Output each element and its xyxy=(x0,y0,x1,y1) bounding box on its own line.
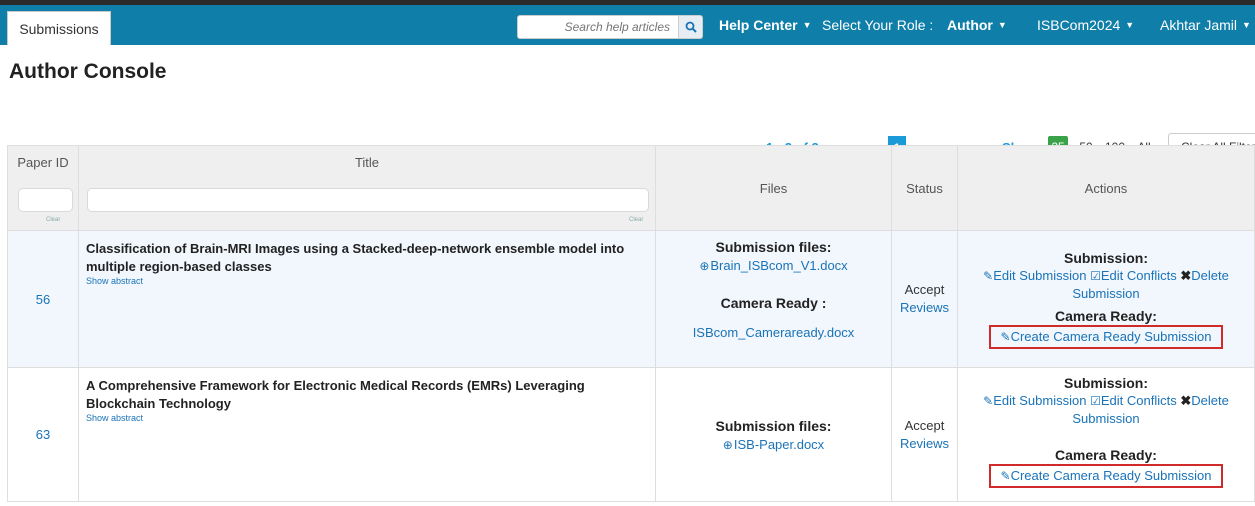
user-menu[interactable]: Akhtar Jamil ▼ xyxy=(1160,15,1251,35)
edit-submission-label: Edit Submission xyxy=(993,393,1087,408)
edit-submission-link[interactable]: ✎Edit Submission xyxy=(983,268,1086,283)
show-abstract-link[interactable]: Show abstract xyxy=(86,276,648,286)
page-title: Author Console xyxy=(9,60,167,83)
caret-down-icon: ▼ xyxy=(1125,20,1135,30)
paper-id-filter-input[interactable] xyxy=(18,188,73,212)
delete-label: Delete xyxy=(1191,268,1229,283)
camera-ready-actions-label: Camera Ready: xyxy=(1055,308,1157,324)
search-button[interactable] xyxy=(679,15,703,39)
table-row: 63 A Comprehensive Framework for Electro… xyxy=(7,367,1255,502)
header-files: Files xyxy=(655,145,892,231)
camera-ready-file-link[interactable]: ISBcom_Cameraready.docx xyxy=(693,325,855,340)
edit-icon: ✎ xyxy=(983,269,994,283)
header-paper-id-label: Paper ID xyxy=(17,155,69,170)
actions-cell: Submission: ✎Edit Submission ☑Edit Confl… xyxy=(957,367,1255,502)
submission-actions-label: Submission: xyxy=(1063,375,1148,391)
delete-x-icon: ✖ xyxy=(1180,393,1192,408)
header-paper-id[interactable]: Paper ID Clear xyxy=(7,145,79,231)
edit-conflicts-label: Edit Conflicts xyxy=(1100,393,1177,408)
delete-submission-link[interactable]: ✖Delete xyxy=(1180,268,1228,283)
create-camera-ready-highlight: ✎Create Camera Ready Submission xyxy=(988,325,1224,349)
paper-id-link[interactable]: 63 xyxy=(36,427,50,442)
title-filter-clear[interactable]: Clear xyxy=(629,217,643,223)
submissions-table: Paper ID Clear Title Clear Files Status … xyxy=(7,145,1255,502)
edit-icon: ✎ xyxy=(1000,330,1011,344)
delete-label: Delete xyxy=(1191,393,1229,408)
submission-file-name: Brain_ISBcom_V1.docx xyxy=(710,258,848,273)
edit-conflicts-link[interactable]: ☑Edit Conflicts xyxy=(1090,393,1177,408)
table-header-row: Paper ID Clear Title Clear Files Status … xyxy=(7,145,1255,231)
submission-file-link[interactable]: ⊕ISB-Paper.docx xyxy=(723,437,824,452)
role-dropdown[interactable]: Author ▼ xyxy=(947,15,1007,35)
title-cell: A Comprehensive Framework for Electronic… xyxy=(78,367,656,502)
select-role-label: Select Your Role : xyxy=(822,17,934,33)
create-camera-ready-label: Create Camera Ready Submission xyxy=(1010,468,1212,483)
reviews-link[interactable]: Reviews xyxy=(900,300,949,315)
top-navbar: Submissions Help Center ▼ Select Your Ro… xyxy=(0,0,1255,45)
files-cell: Submission files: ⊕Brain_ISBcom_V1.docx … xyxy=(655,230,892,368)
search-icon xyxy=(685,21,697,33)
create-camera-ready-link[interactable]: ✎Create Camera Ready Submission xyxy=(1001,329,1212,344)
user-name: Akhtar Jamil xyxy=(1160,17,1238,33)
delete-submission-link-cont[interactable]: Submission xyxy=(1072,286,1139,301)
conference-value: ISBCom2024 xyxy=(1037,17,1121,33)
submission-files-label: Submission files: xyxy=(715,417,832,434)
header-status[interactable]: Status xyxy=(891,145,958,231)
edit-icon: ✎ xyxy=(983,394,994,408)
delete-submission-link[interactable]: ✖Delete xyxy=(1180,393,1228,408)
tab-submissions[interactable]: Submissions xyxy=(7,11,111,45)
edit-icon: ✎ xyxy=(1000,469,1011,483)
submission-actions-label: Submission: xyxy=(1063,250,1148,266)
edit-conflicts-link[interactable]: ☑Edit Conflicts xyxy=(1090,268,1177,283)
header-actions: Actions xyxy=(957,145,1255,231)
status-cell: Accept Reviews xyxy=(891,367,958,502)
paper-title: A Comprehensive Framework for Electronic… xyxy=(86,378,585,411)
camera-ready-files-label: Camera Ready : xyxy=(720,295,827,311)
download-icon: ⊕ xyxy=(722,437,733,452)
header-title[interactable]: Title Clear xyxy=(78,145,656,231)
navbar-top-stripe xyxy=(0,0,1255,5)
paper-id-link[interactable]: 56 xyxy=(36,292,50,307)
role-value: Author xyxy=(947,17,993,33)
paper-id-cell: 56 xyxy=(7,230,79,368)
submission-files-label: Submission files: xyxy=(715,239,832,255)
status-text: Accept xyxy=(904,282,945,297)
help-search xyxy=(517,15,703,39)
edit-submission-label: Edit Submission xyxy=(993,268,1087,283)
submission-file-name: ISB-Paper.docx xyxy=(733,436,825,452)
edit-conflicts-label: Edit Conflicts xyxy=(1100,268,1177,283)
paper-title: Classification of Brain-MRI Images using… xyxy=(86,241,625,274)
checkbox-icon: ☑ xyxy=(1090,394,1101,408)
status-text: Accept xyxy=(904,417,945,433)
paper-id-cell: 63 xyxy=(7,367,79,502)
help-center-menu[interactable]: Help Center ▼ xyxy=(719,15,812,35)
delete-submission-link-cont[interactable]: Submission xyxy=(1072,411,1139,426)
caret-down-icon: ▼ xyxy=(1242,20,1251,30)
title-cell: Classification of Brain-MRI Images using… xyxy=(78,230,656,368)
checkbox-icon: ☑ xyxy=(1090,269,1101,283)
create-camera-ready-label: Create Camera Ready Submission xyxy=(1010,329,1212,344)
delete-x-icon: ✖ xyxy=(1180,268,1192,283)
create-camera-ready-highlight: ✎Create Camera Ready Submission xyxy=(988,464,1224,488)
search-input[interactable] xyxy=(517,15,679,39)
help-center-label: Help Center xyxy=(719,17,798,33)
header-title-label: Title xyxy=(354,155,380,170)
submission-file-link[interactable]: ⊕Brain_ISBcom_V1.docx xyxy=(699,258,847,273)
files-cell: Submission files: ⊕ISB-Paper.docx xyxy=(655,367,892,502)
conference-dropdown[interactable]: ISBCom2024 ▼ xyxy=(1037,15,1134,35)
status-cell: Accept Reviews xyxy=(891,230,958,368)
camera-ready-actions-label: Camera Ready: xyxy=(1055,447,1157,463)
paper-id-filter-clear[interactable]: Clear xyxy=(46,217,60,223)
caret-down-icon: ▼ xyxy=(802,20,812,30)
download-icon: ⊕ xyxy=(699,259,710,273)
caret-down-icon: ▼ xyxy=(997,20,1007,30)
show-abstract-link[interactable]: Show abstract xyxy=(86,413,648,423)
reviews-link[interactable]: Reviews xyxy=(900,436,949,451)
edit-submission-link[interactable]: ✎Edit Submission xyxy=(983,393,1086,408)
actions-cell: Submission: ✎Edit Submission ☑Edit Confl… xyxy=(957,230,1255,368)
title-filter-input[interactable] xyxy=(87,188,649,212)
table-row: 56 Classification of Brain-MRI Images us… xyxy=(7,230,1255,368)
create-camera-ready-link[interactable]: ✎Create Camera Ready Submission xyxy=(1001,468,1212,483)
